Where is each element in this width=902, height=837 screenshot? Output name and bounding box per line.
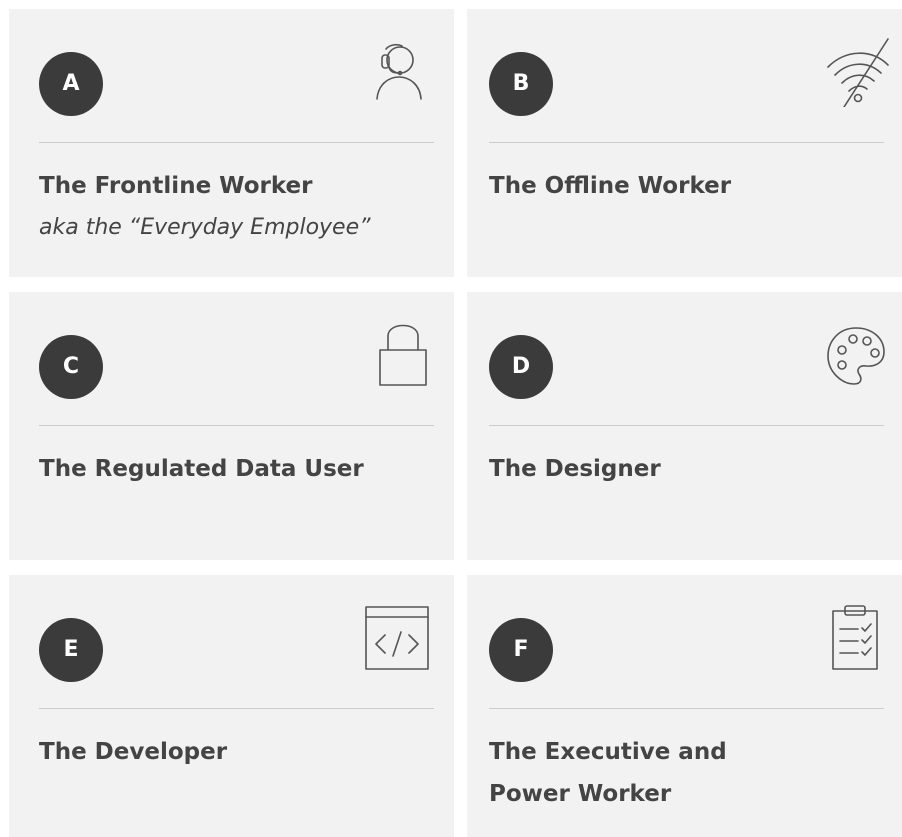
divider <box>39 425 434 426</box>
divider <box>489 425 884 426</box>
divider <box>489 708 884 709</box>
persona-card-f: F The Executive and Power Worker <box>467 575 902 837</box>
lock-icon <box>378 318 428 388</box>
persona-card-a: A The Frontline Worker aka the “Everyday… <box>9 9 454 277</box>
persona-card-c: C The Regulated Data User <box>9 292 454 560</box>
code-window-icon <box>364 605 430 671</box>
persona-badge: E <box>39 618 103 682</box>
headset-user-icon <box>368 41 428 101</box>
persona-title: The Offline Worker <box>489 173 732 199</box>
palette-icon <box>824 324 888 388</box>
clipboard-checklist-icon <box>830 603 880 671</box>
wifi-off-icon <box>822 37 892 107</box>
persona-subtitle: aka the “Everyday Employee” <box>39 215 371 240</box>
persona-badge: A <box>39 52 103 116</box>
persona-title: The Regulated Data User <box>39 456 364 482</box>
persona-card-e: E The Developer <box>9 575 454 837</box>
persona-card-d: D The Designer <box>467 292 902 560</box>
divider <box>489 142 884 143</box>
persona-title: The Frontline Worker <box>39 173 313 199</box>
persona-title: The Executive and Power Worker <box>489 739 727 807</box>
persona-badge: B <box>489 52 553 116</box>
persona-title: The Developer <box>39 739 228 765</box>
persona-badge: C <box>39 335 103 399</box>
divider <box>39 708 434 709</box>
persona-card-b: B The Offline Worker <box>467 9 902 277</box>
divider <box>39 142 434 143</box>
persona-badge: F <box>489 618 553 682</box>
persona-title: The Designer <box>489 456 661 482</box>
persona-badge: D <box>489 335 553 399</box>
